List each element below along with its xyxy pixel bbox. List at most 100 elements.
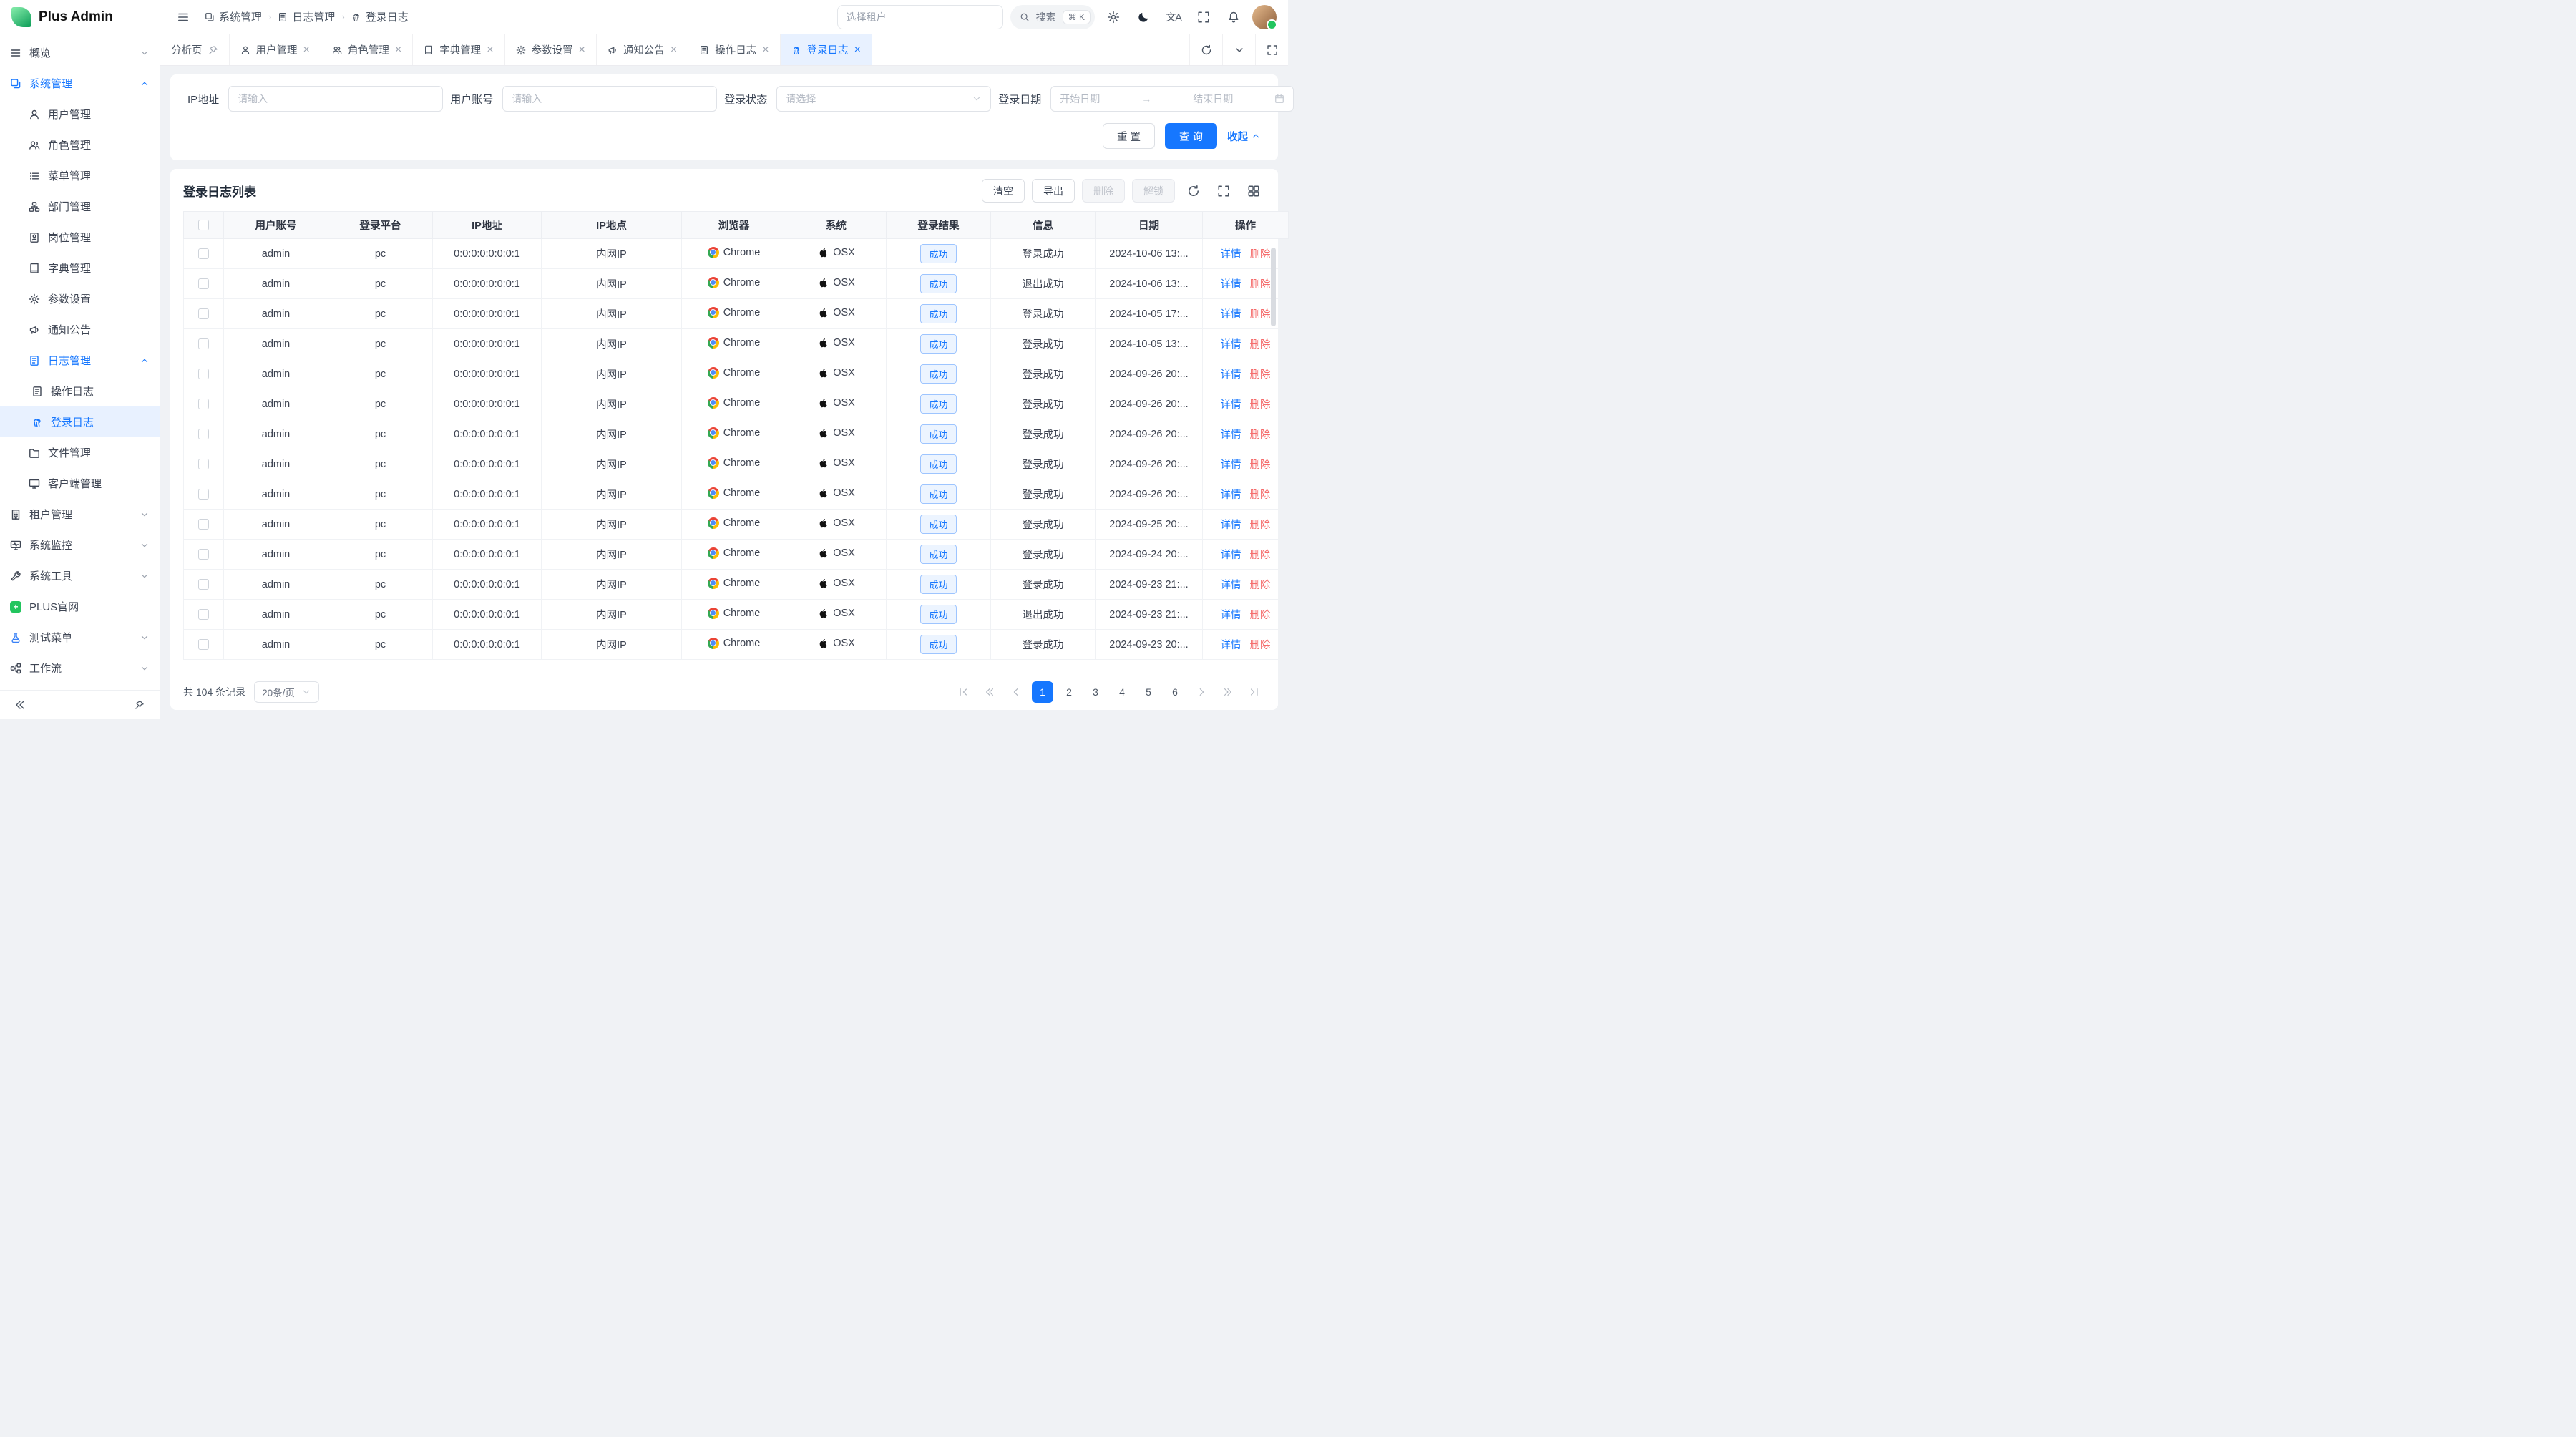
sidebar-item-role[interactable]: 角色管理 xyxy=(0,130,160,160)
detail-link[interactable]: 详情 xyxy=(1221,577,1241,592)
select-all-checkbox[interactable] xyxy=(198,220,209,230)
delete-link[interactable]: 删除 xyxy=(1250,246,1271,261)
close-icon[interactable]: × xyxy=(854,44,861,56)
detail-link[interactable]: 详情 xyxy=(1221,637,1241,652)
column-header[interactable]: 系统 xyxy=(786,212,887,239)
table-scrollbar[interactable] xyxy=(1271,248,1276,326)
tab-role[interactable]: 角色管理 × xyxy=(321,34,413,65)
page-number-button[interactable]: 3 xyxy=(1085,681,1106,703)
detail-link[interactable]: 详情 xyxy=(1221,427,1241,442)
export-button[interactable]: 导出 xyxy=(1032,179,1075,203)
row-checkbox[interactable] xyxy=(198,248,209,259)
detail-link[interactable]: 详情 xyxy=(1221,607,1241,622)
row-checkbox[interactable] xyxy=(198,549,209,560)
column-header[interactable]: 操作 xyxy=(1203,212,1289,239)
detail-link[interactable]: 详情 xyxy=(1221,366,1241,381)
tenant-select[interactable]: 选择租户 xyxy=(837,5,1003,29)
row-checkbox[interactable] xyxy=(198,489,209,500)
next-page-button[interactable] xyxy=(1191,681,1212,703)
tab-user[interactable]: 用户管理 × xyxy=(230,34,321,65)
pin-icon[interactable] xyxy=(208,45,218,55)
close-icon[interactable]: × xyxy=(762,44,769,56)
table-fullscreen-button[interactable] xyxy=(1212,180,1235,203)
status-select[interactable]: 请选择 xyxy=(776,86,991,112)
sidebar-item-workflow[interactable]: 工作流 xyxy=(0,653,160,683)
ip-input[interactable]: 请输入 xyxy=(228,86,443,112)
sidebar-item-site[interactable]: + PLUS官网 xyxy=(0,591,160,622)
jump-forward-button[interactable] xyxy=(1217,681,1239,703)
row-checkbox[interactable] xyxy=(198,639,209,650)
sidebar-item-log[interactable]: 日志管理 xyxy=(0,345,160,376)
delete-link[interactable]: 删除 xyxy=(1250,607,1271,622)
tab-analysis[interactable]: 分析页 xyxy=(160,34,230,65)
sidebar-item-overview[interactable]: 概览 xyxy=(0,37,160,68)
page-number-button[interactable]: 4 xyxy=(1111,681,1133,703)
sidebar-item-test[interactable]: 测试菜单 xyxy=(0,622,160,653)
sidebar-item-operlog[interactable]: 操作日志 xyxy=(0,376,160,406)
tab-options-button[interactable] xyxy=(1222,34,1255,65)
maximize-content-button[interactable] xyxy=(1255,34,1288,65)
column-header[interactable]: 登录平台 xyxy=(328,212,433,239)
detail-link[interactable]: 详情 xyxy=(1221,396,1241,411)
row-checkbox[interactable] xyxy=(198,579,209,590)
language-button[interactable]: 文A xyxy=(1162,6,1185,29)
detail-link[interactable]: 详情 xyxy=(1221,336,1241,351)
last-page-button[interactable] xyxy=(1244,681,1265,703)
delete-link[interactable]: 删除 xyxy=(1250,637,1271,652)
refresh-tab-button[interactable] xyxy=(1189,34,1222,65)
account-input[interactable]: 请输入 xyxy=(502,86,717,112)
page-number-button[interactable]: 6 xyxy=(1164,681,1186,703)
settings-button[interactable] xyxy=(1102,6,1125,29)
column-header[interactable]: 信息 xyxy=(991,212,1096,239)
sidebar-item-dict[interactable]: 字典管理 xyxy=(0,253,160,283)
column-header[interactable]: IP地址 xyxy=(433,212,542,239)
page-size-select[interactable]: 20条/页 xyxy=(254,681,319,703)
page-number-button[interactable]: 1 xyxy=(1032,681,1053,703)
clear-button[interactable]: 清空 xyxy=(982,179,1025,203)
detail-link[interactable]: 详情 xyxy=(1221,246,1241,261)
sidebar-item-tools[interactable]: 系统工具 xyxy=(0,560,160,591)
sidebar-item-param[interactable]: 参数设置 xyxy=(0,283,160,314)
fullscreen-button[interactable] xyxy=(1192,6,1215,29)
detail-link[interactable]: 详情 xyxy=(1221,547,1241,562)
row-checkbox[interactable] xyxy=(198,399,209,409)
global-search[interactable]: 搜索 ⌘ K xyxy=(1010,5,1095,29)
tab-operlog[interactable]: 操作日志 × xyxy=(688,34,780,65)
row-checkbox[interactable] xyxy=(198,338,209,349)
avatar[interactable] xyxy=(1252,5,1277,29)
sidebar-item-user[interactable]: 用户管理 xyxy=(0,99,160,130)
breadcrumb-log[interactable]: 日志管理 xyxy=(278,9,335,24)
pin-sidebar-button[interactable] xyxy=(128,693,151,716)
notifications-button[interactable] xyxy=(1222,6,1245,29)
detail-link[interactable]: 详情 xyxy=(1221,487,1241,502)
collapse-filters-link[interactable]: 收起 xyxy=(1227,129,1261,144)
query-button[interactable]: 查 询 xyxy=(1165,123,1217,149)
tab-dict[interactable]: 字典管理 × xyxy=(413,34,504,65)
delete-link[interactable]: 删除 xyxy=(1250,547,1271,562)
tab-loginlog[interactable]: 登录日志 × xyxy=(781,34,872,65)
date-range-picker[interactable]: 开始日期 → 结束日期 xyxy=(1050,86,1294,112)
delete-link[interactable]: 删除 xyxy=(1250,577,1271,592)
close-icon[interactable]: × xyxy=(579,44,585,56)
delete-link[interactable]: 删除 xyxy=(1250,366,1271,381)
column-header[interactable]: 用户账号 xyxy=(224,212,328,239)
row-checkbox[interactable] xyxy=(198,369,209,379)
sidebar-item-menu[interactable]: 菜单管理 xyxy=(0,160,160,191)
collapse-sidebar-button[interactable] xyxy=(9,693,31,716)
column-settings-button[interactable] xyxy=(1242,180,1265,203)
delete-link[interactable]: 删除 xyxy=(1250,457,1271,472)
row-checkbox[interactable] xyxy=(198,308,209,319)
page-number-button[interactable]: 2 xyxy=(1058,681,1080,703)
delete-link[interactable]: 删除 xyxy=(1250,396,1271,411)
reset-button[interactable]: 重 置 xyxy=(1103,123,1155,149)
row-checkbox[interactable] xyxy=(198,609,209,620)
row-checkbox[interactable] xyxy=(198,278,209,289)
close-icon[interactable]: × xyxy=(395,44,401,56)
dark-mode-button[interactable] xyxy=(1132,6,1155,29)
refresh-table-button[interactable] xyxy=(1182,180,1205,203)
close-icon[interactable]: × xyxy=(303,44,310,56)
column-header[interactable]: 日期 xyxy=(1096,212,1203,239)
delete-link[interactable]: 删除 xyxy=(1250,487,1271,502)
sidebar-item-tenant[interactable]: 租户管理 xyxy=(0,499,160,530)
delete-button[interactable]: 删除 xyxy=(1082,179,1125,203)
